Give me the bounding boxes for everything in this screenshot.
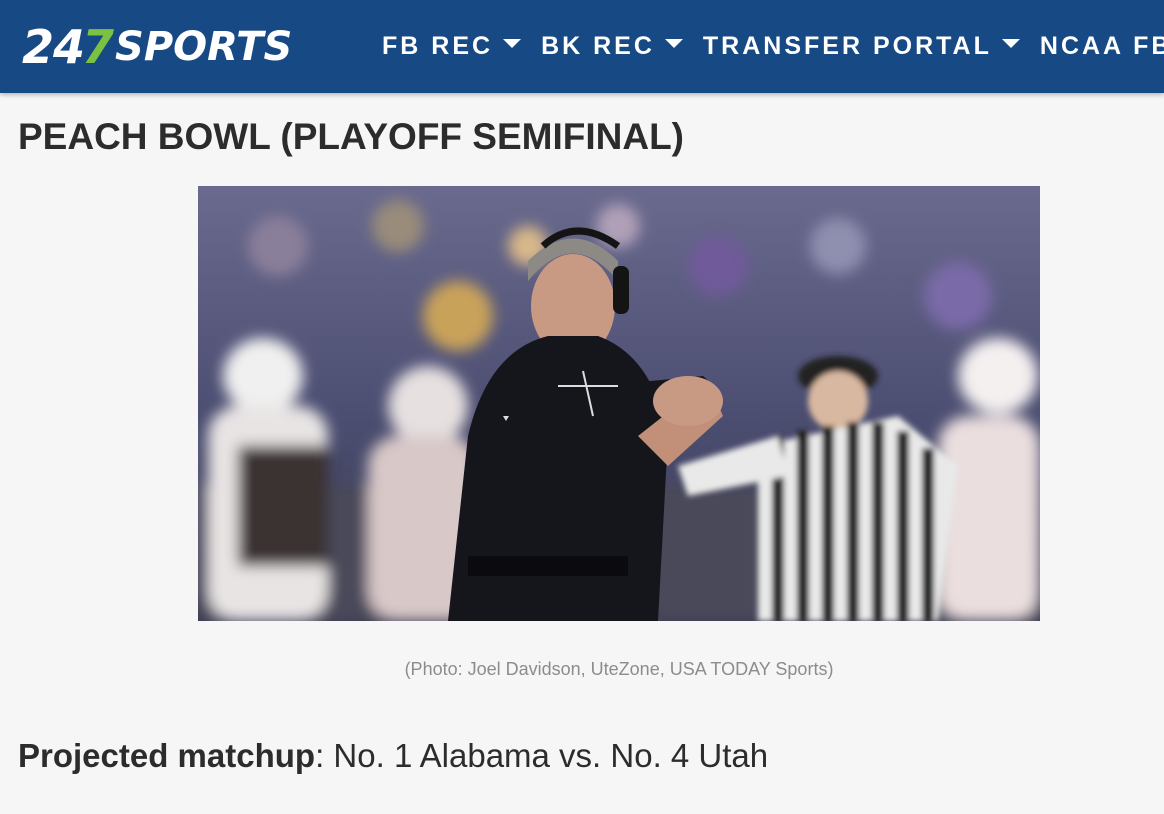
nav-item-label: FB REC <box>382 32 494 60</box>
page-title: PEACH BOWL (PLAYOFF SEMIFINAL) <box>18 116 684 157</box>
nav-item-ncaa-fb[interactable]: NCAA FB <box>1040 0 1164 93</box>
nav-item-label: TRANSFER PORTAL <box>702 32 992 60</box>
article-photo <box>198 186 1040 621</box>
matchup-label: Projected matchup <box>18 737 316 774</box>
logo-seven: 7 <box>82 20 114 74</box>
matchup-separator: : <box>315 737 334 774</box>
247sports-logo[interactable]: 24 7 SPORTS <box>22 20 293 74</box>
caret-down-icon <box>664 39 683 48</box>
projected-matchup: Projected matchup: No. 1 Alabama vs. No.… <box>18 737 768 775</box>
nav-item-label: NCAA FB <box>1039 32 1164 60</box>
logo-word: SPORTS <box>115 24 293 70</box>
main-nav: FB REC BK REC TRANSFER PORTAL NCAA FB <box>382 0 1164 93</box>
nav-item-fb-rec[interactable]: FB REC <box>382 0 522 93</box>
caret-down-icon <box>1001 39 1020 48</box>
matchup-value: No. 1 Alabama vs. No. 4 Utah <box>333 737 769 774</box>
nav-item-transfer-portal[interactable]: TRANSFER PORTAL <box>703 0 1020 93</box>
photo-illustration <box>198 186 1040 621</box>
logo-number: 24 <box>22 20 85 74</box>
nav-item-label: BK REC <box>541 32 655 60</box>
top-navigation-bar: 24 7 SPORTS FB REC BK REC TRANSFER PORTAL … <box>0 0 1164 93</box>
photo-caption: (Photo: Joel Davidson, UteZone, USA TODA… <box>404 659 834 679</box>
nav-item-bk-rec[interactable]: BK REC <box>541 0 683 93</box>
caret-down-icon <box>503 39 522 48</box>
